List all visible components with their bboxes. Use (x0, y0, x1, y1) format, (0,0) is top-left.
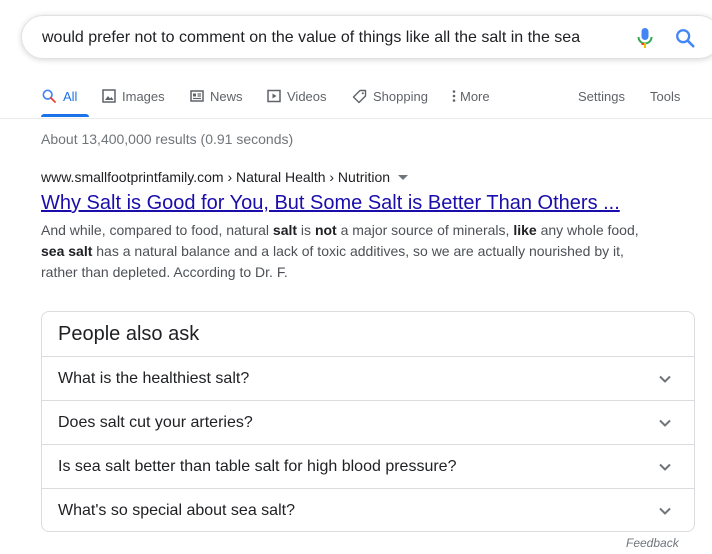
snippet-highlight: sea salt (41, 243, 93, 259)
result-snippet: And while, compared to food, natural sal… (41, 220, 641, 283)
paa-question-row[interactable]: What is the healthiest salt? (42, 356, 694, 400)
image-icon (102, 89, 116, 103)
snippet-text: has a natural balance and a lack of toxi… (41, 243, 624, 280)
paa-question-row[interactable]: Does salt cut your arteries? (42, 400, 694, 444)
paa-question: What is the healthiest salt? (58, 370, 250, 387)
tab-shopping[interactable]: Shopping (352, 76, 428, 116)
chevron-down-icon (659, 419, 671, 427)
paa-question-row[interactable]: What's so special about sea salt? (42, 488, 694, 532)
snippet-text: any whole food, (536, 222, 639, 238)
search-icon (42, 89, 56, 103)
search-icon[interactable] (674, 27, 696, 49)
paa-question-row[interactable]: Is sea salt better than table salt for h… (42, 444, 694, 488)
search-tabs: All Images News Videos Shopping More Set… (0, 76, 712, 119)
news-icon (190, 90, 204, 102)
tab-label: Shopping (373, 88, 428, 104)
paa-question: Is sea salt better than table salt for h… (58, 458, 457, 475)
tab-label: News (210, 88, 243, 104)
tab-label: More (460, 88, 490, 104)
paa-question: What's so special about sea salt? (58, 502, 295, 519)
chevron-down-icon (659, 463, 671, 471)
paa-heading: People also ask (58, 323, 200, 345)
result-title-link[interactable]: Why Salt is Good for You, But Some Salt … (41, 192, 620, 215)
tab-label: Images (122, 88, 165, 104)
tools-link[interactable]: Tools (650, 76, 680, 116)
snippet-text: is (297, 222, 315, 238)
chevron-down-icon (659, 507, 671, 515)
settings-link[interactable]: Settings (578, 76, 625, 116)
tab-news[interactable]: News (190, 76, 243, 116)
paa-question: Does salt cut your arteries? (58, 414, 253, 431)
result-stats: About 13,400,000 results (0.91 seconds) (41, 131, 294, 147)
chevron-down-icon (659, 375, 671, 383)
people-also-ask-panel: People also ask What is the healthiest s… (41, 311, 695, 532)
dropdown-arrow-icon[interactable] (398, 174, 409, 180)
tab-videos[interactable]: Videos (267, 76, 327, 116)
tag-icon (352, 89, 367, 103)
snippet-text: a major source of minerals, (336, 222, 514, 238)
snippet-highlight: salt (272, 222, 298, 238)
tab-more[interactable]: More (451, 76, 490, 116)
result-url: www.smallfootprintfamily.com › Natural H… (41, 169, 391, 185)
tab-images[interactable]: Images (102, 76, 165, 116)
more-vert-icon (452, 90, 456, 102)
tools-label: Tools (650, 88, 681, 104)
search-input[interactable]: would prefer not to comment on the value… (42, 29, 580, 47)
search-bar[interactable]: would prefer not to comment on the value… (21, 15, 712, 59)
settings-label: Settings (578, 88, 625, 104)
snippet-highlight: like (513, 222, 537, 238)
result-breadcrumb: www.smallfootprintfamily.com › Natural H… (41, 169, 409, 185)
video-icon (267, 89, 281, 103)
tab-all[interactable]: All (41, 76, 89, 117)
tab-label: Videos (287, 88, 327, 104)
snippet-highlight: not (314, 222, 337, 238)
feedback-link[interactable]: Feedback (626, 536, 679, 550)
tab-label: All (63, 88, 78, 104)
snippet-text: And while, compared to food, natural (41, 222, 273, 238)
microphone-icon[interactable] (636, 27, 654, 49)
